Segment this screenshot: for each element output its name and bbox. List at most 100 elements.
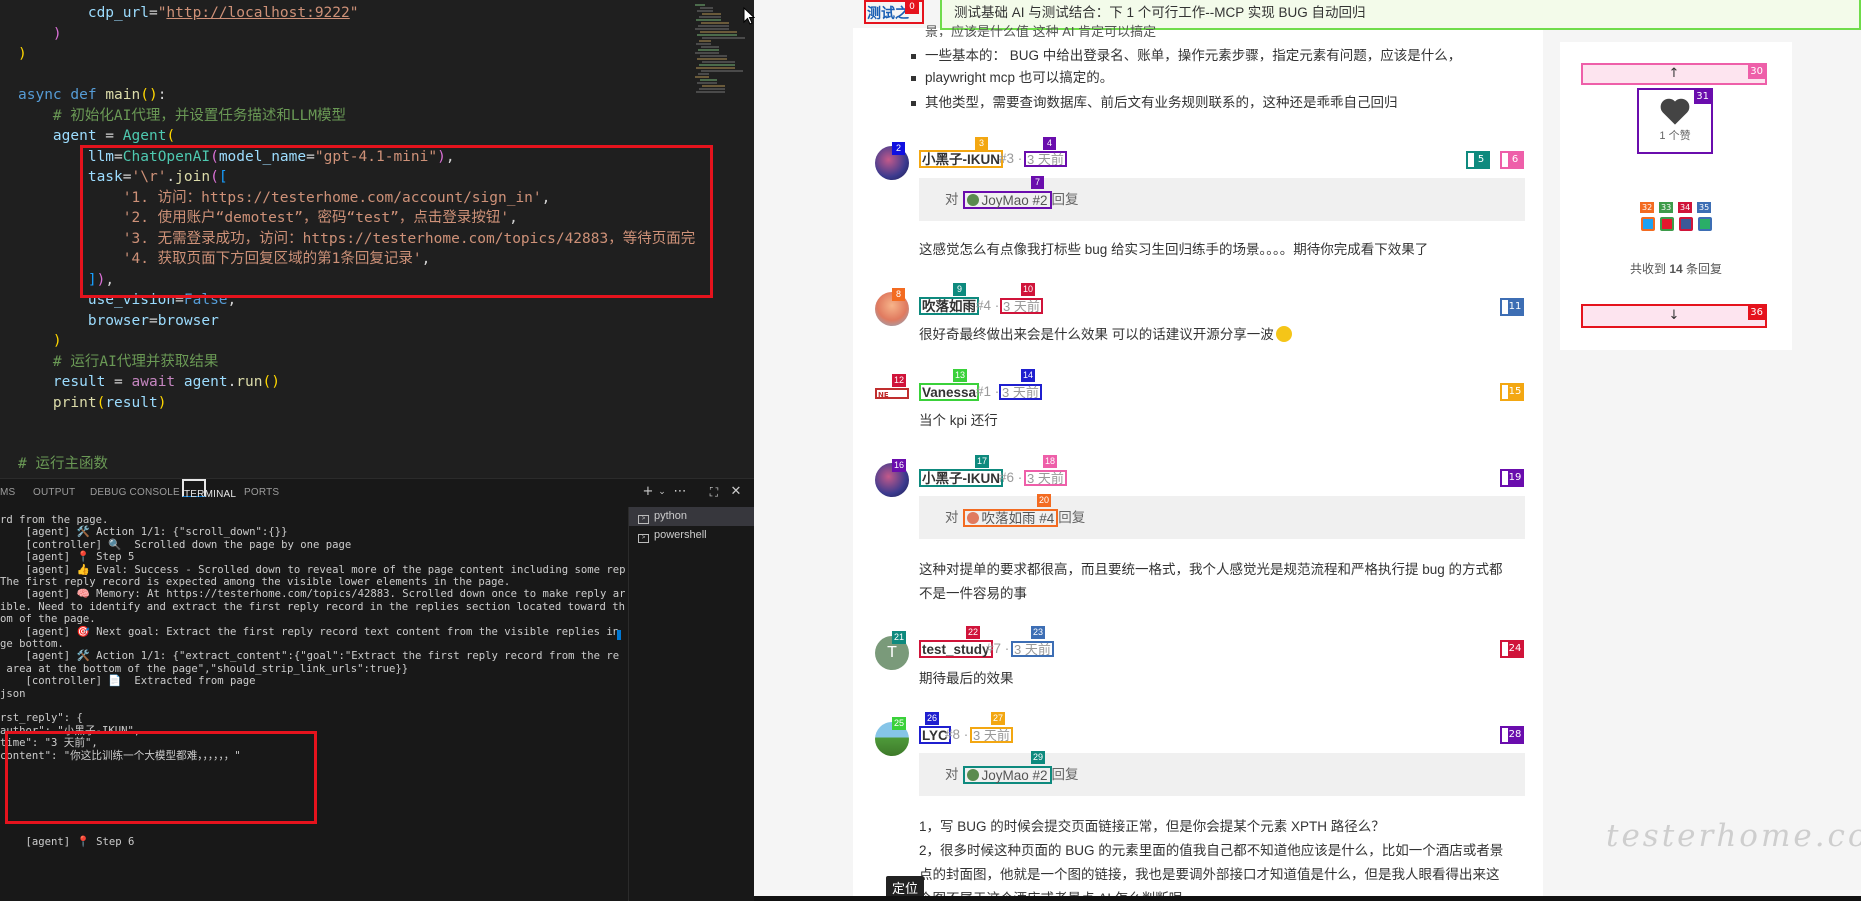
tab-ports[interactable]: PORTS: [244, 479, 279, 506]
terminal-output[interactable]: rd from the page. [agent] 🛠️ Action 1/1:…: [0, 511, 625, 891]
minimap-line: [696, 67, 735, 69]
like-button[interactable]: 5: [1466, 151, 1490, 169]
minimap-line: [697, 58, 727, 60]
terminal-item-powershell[interactable]: > powershell: [629, 526, 755, 545]
smile-emoji-icon: [1275, 326, 1292, 342]
badge: 3: [975, 137, 988, 150]
reply-summary-prefix: 共收到: [1629, 262, 1670, 276]
terminal-line: [controller] 📄 Extracted from page: [0, 675, 256, 688]
reply-author[interactable]: 吹落如雨: [919, 297, 979, 315]
terminal-item-label: python: [654, 510, 688, 522]
chevron-down-icon[interactable]: ⌄: [654, 483, 670, 501]
share-icons: 32 33 34 35: [1640, 202, 1720, 232]
reply-author[interactable]: Vanessa: [919, 383, 980, 401]
facebook-icon[interactable]: [1679, 217, 1693, 231]
reply-author[interactable]: 小黑子-IKUN: [919, 150, 1003, 168]
weibo-icon[interactable]: [1660, 217, 1674, 231]
terminal-line: [agent] 📍 Step 6: [0, 836, 135, 849]
code-editor[interactable]: cdp_url="http://localhost:9222" )) async …: [0, 0, 754, 478]
quote-suffix: 回复: [1051, 767, 1079, 782]
mouse-cursor-icon: [743, 7, 755, 25]
tab-output[interactable]: OUTPUT: [33, 479, 75, 506]
minimap-line: [702, 37, 745, 39]
minimap-line: [695, 28, 729, 30]
reply-author[interactable]: 小黑子-IKUN: [919, 469, 1003, 487]
terminal-scrollbar[interactable]: [617, 630, 621, 640]
minimap-line: [700, 79, 717, 81]
more-icon[interactable]: ⋯: [672, 483, 688, 501]
badge: 32: [1640, 202, 1655, 213]
twitter-icon[interactable]: [1641, 217, 1655, 231]
badge: 27: [991, 712, 1006, 725]
reply-body-text: 很好奇最终做出来会是什么效果 可以的话建议开源分享一波: [919, 327, 1274, 342]
minimap-line: [699, 16, 721, 18]
badge: 25: [892, 717, 907, 730]
reply-button[interactable]: 15: [1500, 383, 1524, 401]
editor-scrollbar[interactable]: [746, 0, 754, 478]
quote-link[interactable]: 吹落如雨 #4: [962, 509, 1059, 528]
code-line: ): [52, 25, 62, 42]
like-topic-button[interactable]: 1 个赞 31: [1637, 88, 1713, 154]
badge: 17: [975, 455, 990, 468]
badge: 24: [1508, 642, 1522, 656]
wechat-icon[interactable]: [1698, 217, 1712, 231]
reply-time[interactable]: 3 天前: [1000, 298, 1043, 314]
close-icon[interactable]: ✕: [728, 483, 744, 501]
badge: 20: [1037, 494, 1052, 507]
minimap-line: [699, 64, 735, 66]
reply-time[interactable]: 3 天前: [1011, 641, 1054, 657]
intro-line: 景，应该是什么值 这种 AI 肯定可以搞定: [925, 24, 1157, 37]
quote-suffix: 回复: [1051, 192, 1079, 207]
terminal-icon: >: [638, 515, 649, 524]
quote-prefix: 对: [945, 192, 959, 207]
reply-body: 这感觉怎么有点像我打标些 bug 给实习生回归练手的场景。。。。期待你完成看下效…: [919, 242, 1429, 257]
minimap-line: [695, 4, 705, 6]
reply-author[interactable]: test_study: [919, 640, 993, 658]
badge: 31: [1694, 90, 1711, 104]
badge: 0: [905, 0, 919, 14]
terminal-item-label: powershell: [654, 529, 707, 541]
bottom-panel: MS OUTPUT DEBUG CONSOLE TERMINAL PORTS +…: [0, 478, 755, 901]
reply-button[interactable]: 28: [1500, 726, 1524, 744]
maximize-panel-icon[interactable]: ⛶: [706, 483, 722, 501]
minimap-line: [701, 70, 743, 72]
minimap-line: [700, 7, 713, 9]
badge: 19: [1508, 471, 1522, 485]
minimap-line: [700, 31, 737, 33]
terminal-list: > python > powershell: [628, 507, 755, 901]
reply-summary-suffix: 条回复: [1682, 262, 1723, 276]
terminal-item-python[interactable]: > python: [629, 507, 755, 526]
reply-button[interactable]: 11: [1500, 298, 1524, 316]
badge: 6: [1508, 153, 1522, 167]
quote-link[interactable]: JoyMao #2: [962, 766, 1052, 785]
quote-link[interactable]: JoyMao #2: [962, 191, 1052, 210]
badge: 10: [1021, 283, 1036, 296]
code-line: '2. 使用账户“demotest”，密码“test”，点击登录按钮',: [122, 210, 518, 226]
minimap-line: [702, 13, 721, 15]
bottom-edge: [754, 896, 1861, 901]
reply-button[interactable]: 24: [1500, 640, 1524, 658]
reply-time[interactable]: 3 天前: [1024, 470, 1067, 486]
scroll-up-button[interactable]: ↑ 30: [1581, 63, 1767, 85]
reply-button[interactable]: 6: [1500, 151, 1524, 169]
reply-count: 14: [1669, 262, 1683, 276]
minimap-line: [699, 88, 725, 90]
reply-time[interactable]: 3 天前: [999, 384, 1042, 400]
avatar: [966, 194, 979, 207]
minimap-line: [699, 40, 711, 42]
reply-time[interactable]: 3 天前: [970, 727, 1013, 743]
reply-time[interactable]: 3 天前: [1024, 151, 1067, 167]
quote-link-text: JoyMao #2: [981, 193, 1048, 209]
badge: 12: [892, 374, 907, 387]
reply-floor: #6 ·: [999, 470, 1023, 485]
quote-prefix: 对: [945, 510, 959, 525]
reply-button[interactable]: 19: [1500, 469, 1524, 487]
tab-debug-console[interactable]: DEBUG CONSOLE: [90, 479, 180, 506]
tab-terminal[interactable]: TERMINAL: [182, 479, 236, 500]
minimap[interactable]: [695, 0, 745, 300]
like-count: 1 个赞: [1659, 130, 1691, 142]
code-line: '4. 获取页面下方回复区域的第1条回复记录',: [122, 251, 431, 267]
scroll-down-button[interactable]: ↓ 36: [1581, 304, 1767, 328]
reply-floor: #4 ·: [976, 298, 1000, 313]
tab-problems[interactable]: MS: [0, 479, 15, 506]
